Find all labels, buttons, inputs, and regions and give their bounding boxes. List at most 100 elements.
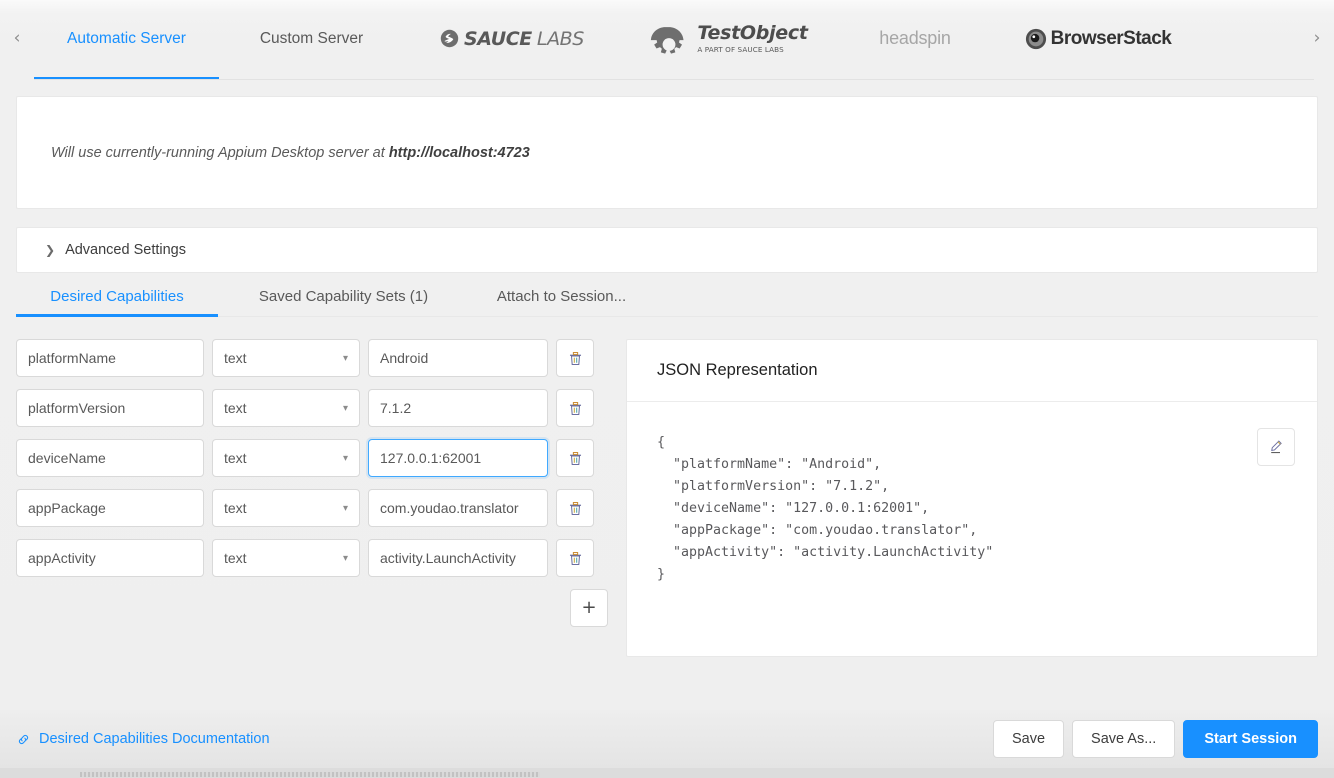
tab-headspin[interactable]: headspin [835, 1, 995, 80]
subtab-attach-to-session[interactable]: Attach to Session... [469, 275, 654, 317]
subtab-attach-to-session-label: Attach to Session... [496, 287, 627, 305]
subtab-saved-capability-sets-label: Saved Capability Sets (1) [258, 287, 429, 305]
tab-automatic-server-label: Automatic Server [67, 29, 186, 47]
delete-capability-button[interactable] [556, 339, 594, 377]
capability-type-select[interactable]: text ▾ [212, 389, 360, 427]
capability-type-value: text [224, 400, 247, 416]
capability-row: text ▾ [16, 389, 612, 427]
start-session-button[interactable]: Start Session [1183, 720, 1318, 758]
edit-json-button[interactable] [1257, 428, 1295, 466]
json-panel-body: { "platformName": "Android", "platformVe… [627, 402, 1317, 656]
capability-name-input[interactable] [16, 539, 204, 577]
tab-custom-server[interactable]: Custom Server [219, 1, 404, 80]
chevron-right-icon[interactable]: › [1300, 1, 1334, 80]
trash-icon [569, 551, 581, 565]
delete-capability-button[interactable] [556, 489, 594, 527]
server-url: http://localhost:4723 [388, 144, 530, 161]
capability-value-input[interactable] [368, 339, 548, 377]
capability-name-input[interactable] [16, 489, 204, 527]
delete-capability-button[interactable] [556, 439, 594, 477]
save-button[interactable]: Save [992, 720, 1065, 758]
capability-value-input[interactable] [368, 489, 548, 527]
headspin-logo: headspin [879, 28, 951, 48]
capability-type-value: text [224, 500, 247, 516]
subtab-desired-capabilities-label: Desired Capabilities [50, 287, 184, 305]
footer-bar: Desired Capabilities Documentation Save … [0, 710, 1334, 768]
browserstack-logo: BrowserStack [1025, 28, 1172, 50]
background-window-titlebar [80, 772, 540, 777]
trash-icon [569, 351, 581, 365]
sauce-labs-logo-primary: SAUCE [464, 27, 532, 50]
server-tab-strip: Automatic Server Custom Server SAUCE LAB… [34, 1, 1201, 80]
capability-type-select[interactable]: text ▾ [212, 339, 360, 377]
server-info-prefix: Will use currently-running Appium Deskto… [51, 144, 389, 161]
tab-browserstack[interactable]: BrowserStack [995, 1, 1201, 80]
chevron-down-icon: ▾ [342, 502, 348, 514]
advanced-settings-toggle[interactable]: ❯ Advanced Settings [16, 227, 1318, 273]
sauce-labs-mark-icon [440, 29, 459, 48]
json-panel-header: JSON Representation [627, 340, 1317, 402]
sauce-labs-logo-secondary: LABS [536, 27, 584, 50]
json-representation-panel: JSON Representation { "platformName": "A… [626, 339, 1318, 657]
capability-type-value: text [224, 450, 247, 466]
capability-type-value: text [224, 550, 247, 566]
capability-type-select[interactable]: text ▾ [212, 539, 360, 577]
subtab-desired-capabilities[interactable]: Desired Capabilities [16, 275, 218, 317]
capability-name-input[interactable] [16, 439, 204, 477]
testobject-gear-icon [651, 26, 684, 54]
capability-name-input[interactable] [16, 339, 204, 377]
testobject-logo-secondary: A PART OF SAUCE LABS [697, 44, 784, 54]
advanced-settings-label: Advanced Settings [65, 242, 186, 258]
tab-sauce-labs[interactable]: SAUCE LABS [404, 1, 620, 80]
server-tabbar: ‹ Automatic Server Custom Server SAUCE L… [0, 0, 1334, 80]
chevron-down-icon: ▾ [342, 452, 348, 464]
json-panel-title: JSON Representation [657, 361, 818, 379]
capability-value-input[interactable] [368, 439, 548, 477]
background-window-sliver [0, 768, 1334, 778]
capability-type-select[interactable]: text ▾ [212, 489, 360, 527]
capability-subtabs: Desired Capabilities Saved Capability Se… [16, 273, 1318, 317]
testobject-logo: TestObject A PART OF SAUCE LABS [647, 21, 808, 54]
server-info-banner: Will use currently-running Appium Deskto… [16, 96, 1318, 209]
doc-link-label: Desired Capabilities Documentation [39, 731, 270, 747]
capability-row: text ▾ [16, 439, 612, 477]
testobject-logo-primary: TestObject [697, 21, 808, 44]
chevron-left-icon[interactable]: ‹ [0, 1, 34, 80]
chevron-down-icon: ▾ [342, 402, 348, 414]
save-as-button[interactable]: Save As... [1072, 720, 1176, 758]
delete-capability-button[interactable] [556, 539, 594, 577]
capability-row: text ▾ [16, 339, 612, 377]
chevron-down-icon: ▾ [342, 552, 348, 564]
tabbar-divider [34, 79, 1314, 80]
sauce-labs-logo: SAUCE LABS [440, 28, 584, 50]
browserstack-logo-text: BrowserStack [1050, 27, 1172, 49]
pencil-icon [1271, 440, 1282, 454]
capability-name-input[interactable] [16, 389, 204, 427]
chevron-right-icon: ❯ [45, 243, 56, 257]
desired-capabilities-documentation-link[interactable]: Desired Capabilities Documentation [16, 731, 270, 747]
capability-type-value: text [224, 350, 247, 366]
add-capability-button[interactable]: + [570, 589, 608, 627]
capability-type-select[interactable]: text ▾ [212, 439, 360, 477]
tab-custom-server-label: Custom Server [259, 29, 364, 47]
add-capability-row: + [16, 589, 612, 627]
capability-value-input[interactable] [368, 389, 548, 427]
json-code: { "platformName": "Android", "platformVe… [657, 435, 994, 582]
capability-rows: text ▾ text ▾ [16, 339, 612, 657]
plus-icon: + [581, 597, 597, 618]
server-info-text: Will use currently-running Appium Deskto… [51, 145, 530, 161]
trash-icon [569, 451, 581, 465]
tab-testobject[interactable]: TestObject A PART OF SAUCE LABS [620, 1, 835, 80]
capability-value-input[interactable] [368, 539, 548, 577]
capabilities-editor: text ▾ text ▾ [0, 317, 1334, 657]
trash-icon [569, 401, 581, 415]
tab-automatic-server[interactable]: Automatic Server [34, 1, 219, 80]
capability-row: text ▾ [16, 489, 612, 527]
capability-row: text ▾ [16, 539, 612, 577]
trash-icon [569, 501, 581, 515]
subtab-saved-capability-sets[interactable]: Saved Capability Sets (1) [218, 275, 469, 317]
footer-button-group: Save Save As... Start Session [992, 720, 1318, 758]
delete-capability-button[interactable] [556, 389, 594, 427]
browserstack-mark-icon [1025, 28, 1046, 49]
chevron-down-icon: ▾ [342, 352, 348, 364]
